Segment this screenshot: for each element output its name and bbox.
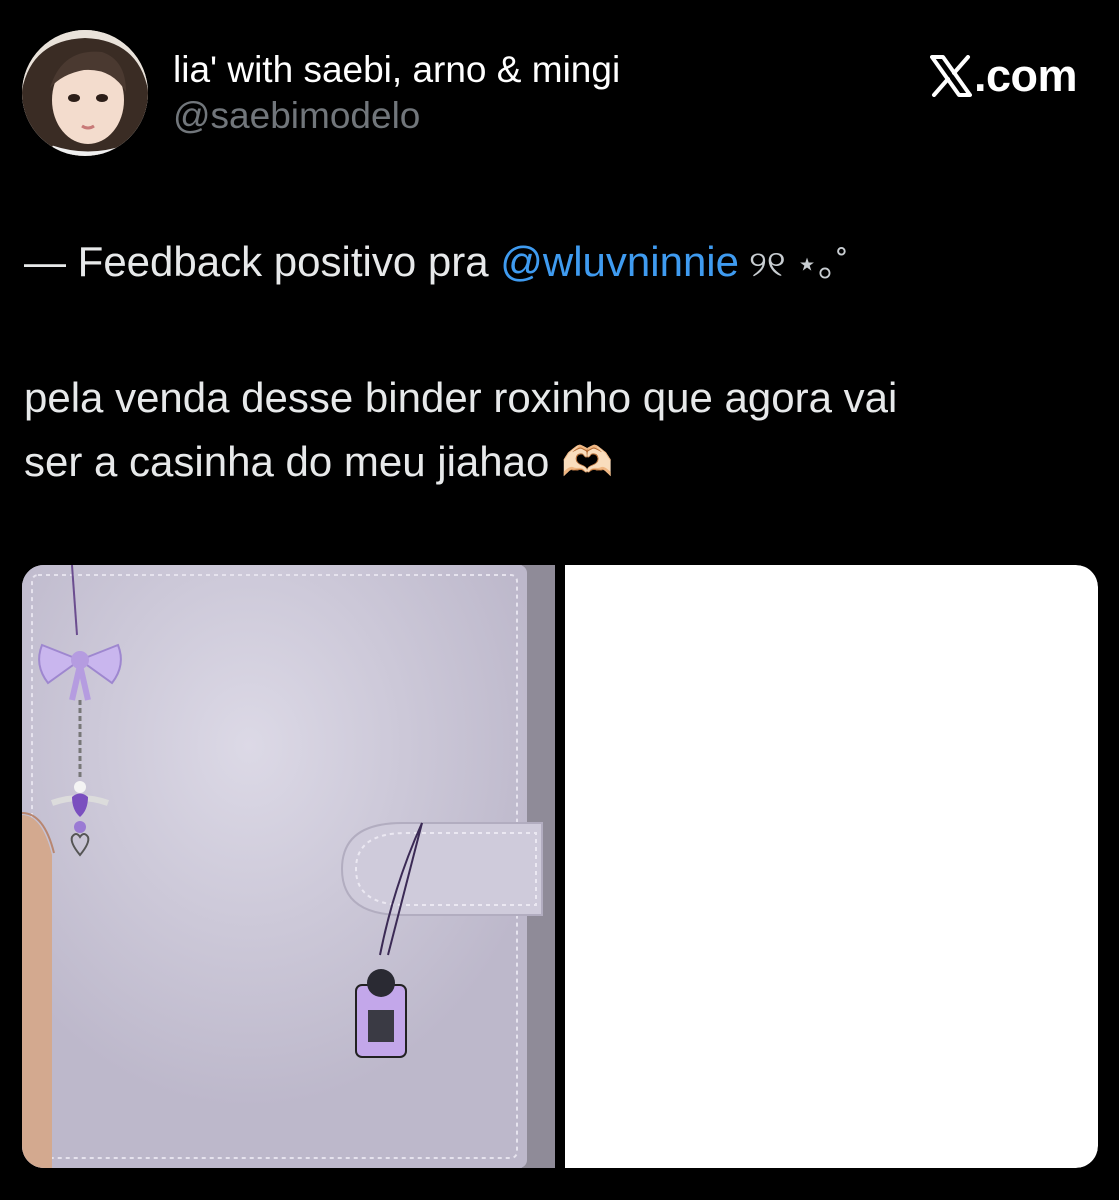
tweet-line-1-prefix: — Feedback positivo pra (24, 238, 501, 285)
x-logo-icon (929, 55, 972, 97)
site-domain: .com (973, 50, 1078, 101)
media-grid (22, 565, 1098, 1168)
media-photo[interactable] (22, 565, 555, 1168)
tweet-line-2: pela venda desse binder roxinho que agor… (24, 374, 898, 421)
tweet-line-1: — Feedback positivo pra @wluvninnie ୨୧ ⋆… (24, 230, 1094, 296)
avatar[interactable] (22, 30, 148, 156)
display-name[interactable]: lia' with saebi, arno & mingi (173, 48, 620, 92)
binder-photo-icon (22, 565, 555, 1168)
site-badge: .com (929, 46, 1078, 106)
tweet-header: lia' with saebi, arno & mingi @saebimode… (0, 0, 1119, 170)
tweet-line-1-suffix: ୨୧ ⋆｡˚ (739, 243, 849, 284)
mention-link[interactable]: @wluvninnie (500, 238, 739, 285)
tweet-line-3: ser a casinha do meu jiahao 🫶🏻 (24, 438, 614, 485)
user-handle[interactable]: @saebimodelo (173, 92, 620, 140)
author-names: lia' with saebi, arno & mingi @saebimode… (173, 48, 620, 140)
blank-image-panel[interactable] (565, 565, 1098, 1168)
tweet-text: — Feedback positivo pra @wluvninnie ୨୧ ⋆… (24, 230, 1094, 494)
profile-photo-icon (22, 30, 148, 156)
